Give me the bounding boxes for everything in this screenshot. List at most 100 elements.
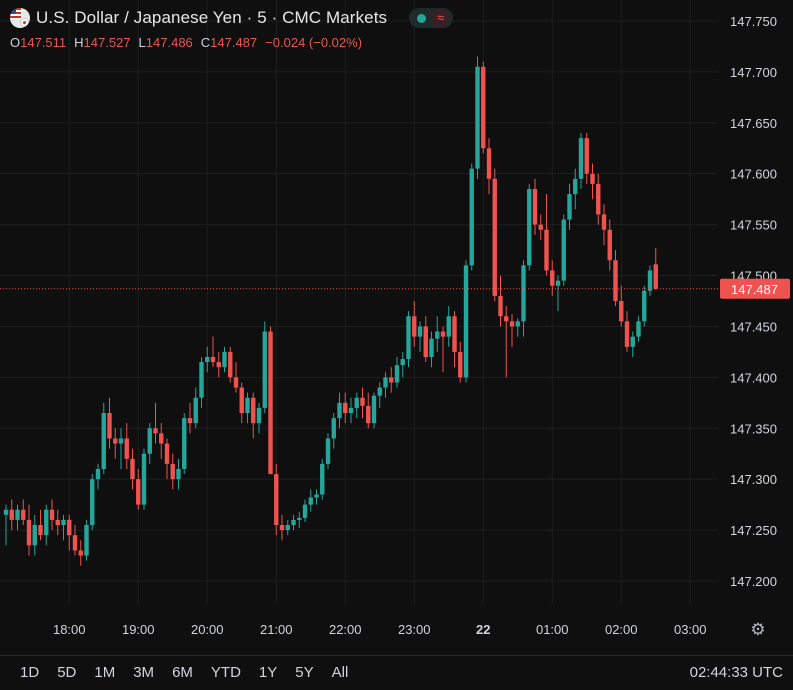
candle-body: [504, 316, 509, 322]
candle-body: [573, 178, 578, 195]
candle-body: [417, 326, 423, 337]
candle-body: [268, 331, 273, 475]
time-range-selector: 1D 5D 1M 3M 6M YTD 1Y 5Y All: [10, 664, 356, 681]
range-1y-button[interactable]: 1Y: [249, 664, 285, 681]
candle-body: [147, 428, 152, 454]
candle-body: [400, 359, 405, 366]
range-ytd-button[interactable]: YTD: [201, 664, 249, 681]
candle-body: [291, 519, 296, 525]
candle-body: [130, 458, 135, 480]
candle-body: [176, 469, 181, 480]
range-5d-button[interactable]: 5D: [47, 664, 84, 681]
settings-gear-icon[interactable]: ⚙: [748, 620, 768, 640]
candle-body: [262, 331, 267, 408]
close-label: C: [200, 35, 211, 50]
candle-body: [469, 168, 474, 266]
candle-body: [463, 265, 469, 378]
candle-body: [67, 519, 72, 536]
candle-body: [515, 321, 520, 327]
candle-body: [636, 321, 641, 337]
candle-body: [182, 418, 187, 469]
candle-body: [274, 474, 279, 525]
y-tick-label: 147.550: [730, 218, 777, 233]
symbol-title[interactable]: U.S. Dollar / Japanese Yen · 5 · CMC Mar…: [36, 8, 387, 28]
candle-body: [647, 270, 653, 291]
usd-jpy-flag-icon: [10, 8, 30, 28]
candle-body: [389, 377, 394, 383]
x-tick-label: 01:00: [536, 622, 569, 637]
candle-body: [256, 407, 262, 424]
candle-body: [607, 229, 612, 261]
candle-body: [331, 418, 336, 439]
candle-body: [118, 438, 124, 444]
candle-body: [555, 280, 561, 286]
range-5y-button[interactable]: 5Y: [285, 664, 321, 681]
candle-body: [475, 66, 480, 169]
low-label: L: [138, 35, 146, 50]
x-tick-label: 21:00: [260, 622, 293, 637]
y-tick-label: 147.650: [730, 116, 777, 131]
price-chart[interactable]: 147.750 147.700 147.650 147.600 147.550 147.5…: [0, 0, 793, 655]
candle-body: [498, 295, 503, 317]
candle-body: [3, 509, 9, 515]
candle-body: [360, 397, 365, 406]
candle-body: [153, 428, 158, 434]
candle-body: [136, 479, 141, 505]
candle-body: [544, 229, 549, 271]
range-1m-button[interactable]: 1M: [84, 664, 123, 681]
x-tick-label: 22:00: [329, 622, 362, 637]
utc-clock: 02:44:33 UTC: [689, 664, 783, 681]
candle-body: [567, 194, 572, 220]
candle-body: [49, 509, 55, 520]
candle-body: [302, 504, 308, 518]
range-1d-button[interactable]: 1D: [10, 664, 47, 681]
candle-body: [550, 270, 555, 286]
candle-body: [412, 316, 417, 337]
x-tick-label: 20:00: [191, 622, 224, 637]
candle-body: [164, 443, 170, 464]
x-tick-label: 02:00: [605, 622, 638, 637]
candle-body: [630, 336, 635, 347]
candle-body: [509, 321, 515, 327]
y-tick-label: 147.450: [730, 319, 777, 334]
last-price-label: 147.487: [731, 282, 778, 297]
candle-body: [452, 316, 457, 352]
candle-body: [446, 316, 451, 337]
candle-body: [561, 219, 566, 281]
candle-body: [233, 377, 239, 388]
close-value: 147.487: [210, 35, 258, 50]
candle-body: [354, 397, 359, 408]
candle-body: [492, 178, 497, 296]
candle-body: [251, 397, 256, 424]
range-6m-button[interactable]: 6M: [162, 664, 201, 681]
candle-body: [222, 351, 227, 368]
y-tick-label: 147.700: [730, 65, 777, 80]
open-label: O: [10, 35, 21, 50]
y-tick-label: 147.350: [730, 421, 777, 436]
y-tick-label: 147.600: [730, 167, 777, 182]
candle-body: [337, 402, 342, 419]
candle-body: [113, 438, 118, 444]
candle-body: [619, 301, 624, 322]
ohlc-legend: O 147.511 H 147.527 L 147.486 C 147.487 −0.0…: [10, 35, 362, 50]
high-value: 147.527: [83, 35, 131, 50]
candle-body: [78, 550, 83, 556]
x-tick-label: 18:00: [53, 622, 86, 637]
candle-body: [343, 402, 348, 413]
candle-body: [239, 387, 244, 413]
range-3m-button[interactable]: 3M: [123, 664, 162, 681]
candle-body: [210, 357, 216, 363]
market-status-pill[interactable]: ≈: [409, 8, 454, 28]
candle-body: [578, 138, 584, 179]
range-all-button[interactable]: All: [322, 664, 357, 681]
change-value: −0.024 (−0.02%): [265, 35, 363, 50]
candle-body: [538, 224, 543, 230]
candle-body: [32, 525, 37, 546]
approx-icon: ≈: [432, 9, 450, 27]
candle-body: [613, 260, 618, 301]
y-tick-label: 147.200: [730, 574, 777, 589]
low-value: 147.486: [145, 35, 193, 50]
candle-body: [320, 463, 325, 495]
candle-body: [590, 173, 595, 184]
candle-body: [44, 509, 49, 536]
